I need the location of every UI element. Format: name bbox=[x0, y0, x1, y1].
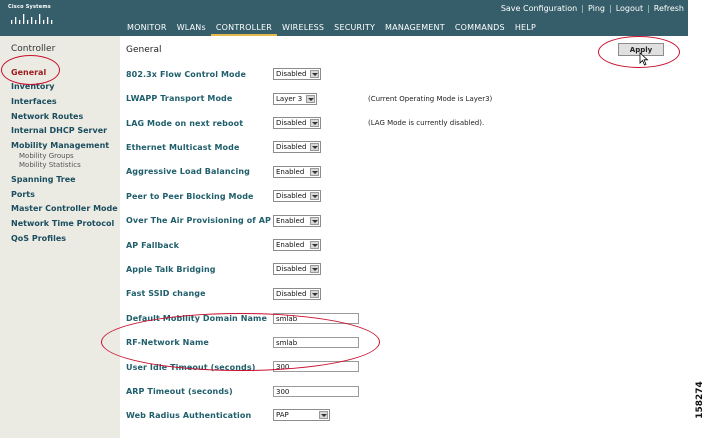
label-over-the-air-provisioning: Over The Air Provisioning of AP bbox=[126, 216, 272, 225]
apple-talk-bridging-select[interactable]: Disabled bbox=[273, 263, 321, 275]
cisco-bridge-icon bbox=[11, 14, 53, 24]
select-value: PAP bbox=[276, 411, 289, 419]
chevron-down-icon bbox=[310, 265, 319, 273]
select-value: Disabled bbox=[276, 143, 307, 151]
page-title: General bbox=[126, 45, 162, 55]
select-value: Disabled bbox=[276, 265, 307, 273]
sidebar-item-interfaces[interactable]: Interfaces bbox=[11, 97, 57, 106]
label-lwapp-transport-mode: LWAPP Transport Mode bbox=[126, 94, 233, 103]
utility-links: Save Configuration | Ping | Logout | Ref… bbox=[501, 4, 684, 13]
chevron-down-icon bbox=[310, 70, 319, 78]
select-value: Disabled bbox=[276, 119, 307, 127]
logo-text: Cisco Systems bbox=[8, 4, 51, 10]
link-separator: | bbox=[608, 4, 612, 13]
refresh-link[interactable]: Refresh bbox=[654, 4, 684, 13]
link-separator: | bbox=[581, 4, 584, 13]
sidebar-subitem-mobility-groups[interactable]: Mobility Groups bbox=[19, 152, 74, 160]
figure-number-text: 158274 bbox=[695, 381, 705, 419]
label-aggressive-load-balancing: Aggressive Load Balancing bbox=[126, 167, 250, 176]
flow-control-mode-select[interactable]: Disabled bbox=[273, 68, 321, 80]
select-value: Enabled bbox=[276, 217, 305, 225]
chevron-down-icon bbox=[310, 217, 319, 225]
nav-monitor[interactable]: MONITOR bbox=[122, 20, 172, 36]
highlight-ellipse-rf-network-name bbox=[101, 313, 380, 371]
sidebar-subitem-mobility-statistics[interactable]: Mobility Statistics bbox=[19, 161, 81, 169]
sidebar-item-spanning-tree[interactable]: Spanning Tree bbox=[11, 175, 76, 184]
label-flow-control-mode: 802.3x Flow Control Mode bbox=[126, 70, 246, 79]
chevron-down-icon bbox=[306, 95, 315, 103]
sidebar-item-network-time-protocol[interactable]: Network Time Protocol bbox=[11, 219, 114, 228]
nav-management[interactable]: MANAGEMENT bbox=[380, 20, 450, 36]
sidebar-item-ports[interactable]: Ports bbox=[11, 190, 35, 199]
logout-link[interactable]: Logout bbox=[616, 4, 643, 13]
select-value: Disabled bbox=[276, 70, 307, 78]
figure-number: 158274 bbox=[693, 375, 707, 425]
nav-security[interactable]: SECURITY bbox=[329, 20, 380, 36]
lwapp-transport-mode-select[interactable]: Layer 3 bbox=[273, 93, 317, 105]
select-value: Enabled bbox=[276, 241, 305, 249]
lag-mode-note: (LAG Mode is currently disabled). bbox=[368, 119, 485, 127]
select-value: Layer 3 bbox=[276, 95, 303, 103]
label-peer-to-peer-blocking: Peer to Peer Blocking Mode bbox=[126, 192, 254, 201]
label-web-radius-authentication: Web Radius Authentication bbox=[126, 411, 252, 420]
ethernet-multicast-mode-select[interactable]: Disabled bbox=[273, 141, 321, 153]
chevron-down-icon bbox=[319, 411, 328, 419]
ping-link[interactable]: Ping bbox=[588, 4, 605, 13]
over-the-air-provisioning-select[interactable]: Enabled bbox=[273, 215, 321, 227]
label-ap-fallback: AP Fallback bbox=[126, 241, 180, 250]
chevron-down-icon bbox=[310, 241, 319, 249]
nav-help[interactable]: HELP bbox=[510, 20, 541, 36]
chevron-down-icon bbox=[310, 168, 319, 176]
chevron-down-icon bbox=[310, 119, 319, 127]
main-content: General Apply 802.3x Flow Control Mode D… bbox=[120, 36, 688, 438]
chevron-down-icon bbox=[310, 143, 319, 151]
nav-wireless[interactable]: WIRELESS bbox=[277, 20, 329, 36]
nav-commands[interactable]: COMMANDS bbox=[450, 20, 510, 36]
top-banner: Cisco Systems Save Configuration | Ping … bbox=[0, 0, 688, 36]
lag-mode-select[interactable]: Disabled bbox=[273, 117, 321, 129]
select-value: Disabled bbox=[276, 290, 307, 298]
label-lag-mode: LAG Mode on next reboot bbox=[126, 119, 244, 128]
nav-controller[interactable]: CONTROLLER bbox=[210, 20, 278, 36]
label-apple-talk-bridging: Apple Talk Bridging bbox=[126, 265, 216, 274]
highlight-ellipse-apply bbox=[598, 36, 680, 68]
sidebar-item-master-controller-mode[interactable]: Master Controller Mode bbox=[11, 204, 118, 213]
sidebar-title: Controller bbox=[11, 44, 56, 54]
sidebar-item-qos-profiles[interactable]: QoS Profiles bbox=[11, 234, 66, 243]
link-separator: | bbox=[647, 4, 650, 13]
lwapp-mode-note: (Current Operating Mode is Layer3) bbox=[368, 95, 493, 103]
chevron-down-icon bbox=[310, 290, 319, 298]
fast-ssid-change-select[interactable]: Disabled bbox=[273, 288, 321, 300]
cisco-logo: Cisco Systems bbox=[8, 4, 56, 26]
sidebar: Controller General Inventory Interfaces … bbox=[0, 36, 120, 438]
label-fast-ssid-change: Fast SSID change bbox=[126, 289, 206, 298]
arp-timeout-input[interactable]: 300 bbox=[273, 386, 359, 397]
peer-to-peer-blocking-select[interactable]: Disabled bbox=[273, 190, 321, 202]
chevron-down-icon bbox=[310, 192, 319, 200]
main-nav: MONITOR WLANs CONTROLLER WIRELESS SECURI… bbox=[122, 20, 541, 36]
sidebar-item-network-routes[interactable]: Network Routes bbox=[11, 112, 83, 121]
label-ethernet-multicast-mode: Ethernet Multicast Mode bbox=[126, 143, 240, 152]
sidebar-item-internal-dhcp-server[interactable]: Internal DHCP Server bbox=[11, 126, 107, 135]
web-radius-authentication-select[interactable]: PAP bbox=[273, 409, 330, 421]
sidebar-item-mobility-management[interactable]: Mobility Management bbox=[11, 141, 109, 150]
select-value: Enabled bbox=[276, 168, 305, 176]
aggressive-load-balancing-select[interactable]: Enabled bbox=[273, 166, 321, 178]
ap-fallback-select[interactable]: Enabled bbox=[273, 239, 321, 251]
select-value: Disabled bbox=[276, 192, 307, 200]
label-arp-timeout: ARP Timeout (seconds) bbox=[126, 387, 233, 396]
highlight-ellipse-general bbox=[1, 55, 60, 85]
save-configuration-link[interactable]: Save Configuration bbox=[501, 4, 577, 13]
nav-wlans[interactable]: WLANs bbox=[172, 20, 211, 36]
